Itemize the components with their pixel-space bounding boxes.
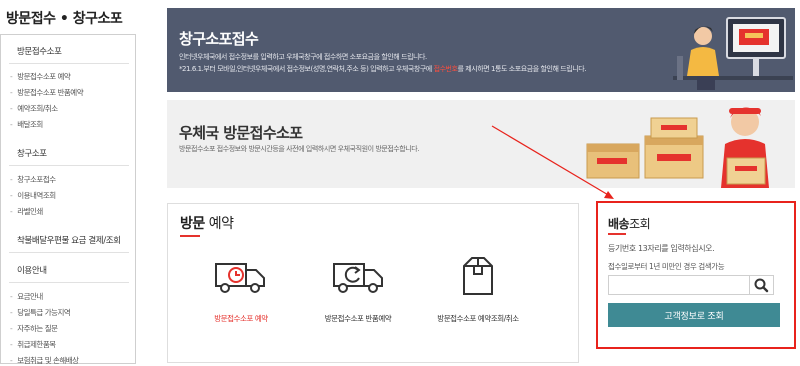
sidebar-group-guide[interactable]: 이용안내 bbox=[17, 264, 47, 276]
counter-parcel-note: *21.6.1.부터 모바일,인터넷우체국에서 접수정보(성명,연락처,주소 등… bbox=[179, 65, 587, 73]
sidebar-item-restricted-items[interactable]: - 취급제한품목 bbox=[10, 339, 56, 350]
office-worker-illustration bbox=[673, 17, 793, 90]
customer-info-lookup-button[interactable]: 고객정보로 조회 bbox=[608, 303, 780, 327]
delivery-tracking-panel: 배송조회 등기번호 13자리를 입력하십시오. 접수일로부터 1년 미만인 경우… bbox=[596, 201, 796, 349]
tracking-instruction: 등기번호 13자리를 입력하십시오. bbox=[608, 244, 715, 253]
sidebar-item-sameday-area[interactable]: - 당일특급 가능지역 bbox=[10, 307, 71, 318]
sidebar-group-cod-payment[interactable]: 착불배달우편물 요금 결제/조회 bbox=[17, 234, 121, 246]
sidebar-divider bbox=[9, 63, 129, 64]
visit-parcel-title: 우체국 방문접수소포 bbox=[179, 124, 303, 142]
sidebar-item-counter-register[interactable]: - 창구소포접수 bbox=[10, 174, 56, 185]
counter-parcel-banner: 창구소포접수 인터넷우체국에서 접수정보를 입력하고 우체국창구에 접수하면 소… bbox=[167, 8, 795, 92]
counter-parcel-desc: 인터넷우체국에서 접수정보를 입력하고 우체국창구에 접수하면 소포요금을 할인… bbox=[179, 53, 427, 61]
sidebar: 방문접수 • 창구소포 방문접수소포 - 방문접수소포 예약 - 방문접수소포 반품… bbox=[0, 0, 152, 365]
visit-parcel-banner: 우체국 방문접수소포 방문접수소포 접수정보와 방문시간등을 사전에 입력하시면… bbox=[167, 100, 795, 188]
sidebar-title: 방문접수 • 창구소포 bbox=[6, 11, 123, 27]
truck-return-icon[interactable] bbox=[330, 256, 386, 296]
visit-reservation-title: 방문 예약 bbox=[180, 216, 234, 232]
sidebar-item-delivery-lookup[interactable]: - 배달조회 bbox=[10, 119, 43, 130]
visit-lookup-cancel-link[interactable]: 방문접수소포 예약조회/취소 bbox=[408, 313, 548, 324]
sidebar-item-usage-history[interactable]: - 이용내역조회 bbox=[10, 190, 56, 201]
search-icon bbox=[754, 278, 769, 293]
postman-boxes-illustration bbox=[586, 107, 769, 188]
title-underline bbox=[608, 233, 626, 235]
sidebar-item-insurance[interactable]: - 보험취급 및 손해배상 bbox=[10, 355, 79, 366]
tracking-note: 접수일로부터 1년 미만인 경우 검색가능 bbox=[608, 262, 725, 271]
visit-return-link[interactable]: 방문접수소포 반품예약 bbox=[288, 313, 428, 324]
sidebar-item-reserve-lookup[interactable]: - 예약조회/취소 bbox=[10, 103, 58, 114]
sidebar-item-label-print[interactable]: - 라벨인쇄 bbox=[10, 206, 43, 217]
sidebar-divider bbox=[9, 282, 129, 283]
sidebar-item-visit-reserve[interactable]: - 방문접수소포 예약 bbox=[10, 71, 71, 82]
sidebar-menu: 방문접수소포 - 방문접수소포 예약 - 방문접수소포 반품예약 - 예약조회/취소 … bbox=[0, 34, 136, 366]
sidebar-group-counter-parcel[interactable]: 창구소포 bbox=[17, 147, 47, 159]
sidebar-item-visit-return[interactable]: - 방문접수소포 반품예약 bbox=[10, 87, 84, 98]
visit-parcel-desc: 방문접수소포 접수정보와 방문시간등을 사전에 입력하시면 우체국직원이 방문접… bbox=[179, 145, 420, 153]
truck-clock-icon[interactable] bbox=[212, 256, 268, 296]
sidebar-divider bbox=[9, 165, 129, 166]
sidebar-divider bbox=[9, 252, 129, 253]
box-icon[interactable] bbox=[450, 256, 506, 296]
counter-parcel-title: 창구소포접수 bbox=[179, 30, 259, 48]
sidebar-group-visit-parcel[interactable]: 방문접수소포 bbox=[17, 45, 62, 57]
tracking-number-input[interactable] bbox=[608, 275, 750, 295]
tracking-search-button[interactable] bbox=[749, 275, 774, 295]
sidebar-item-faq[interactable]: - 자주하는 질문 bbox=[10, 323, 58, 334]
title-underline bbox=[180, 235, 200, 237]
sidebar-item-rates[interactable]: - 요금안내 bbox=[10, 291, 43, 302]
visit-reservation-panel: 방문 예약 방문접수소포 예약 방문접수소포 반품예약 방문접수소포 예약조회/… bbox=[167, 203, 579, 363]
delivery-tracking-title: 배송조회 bbox=[608, 217, 651, 231]
